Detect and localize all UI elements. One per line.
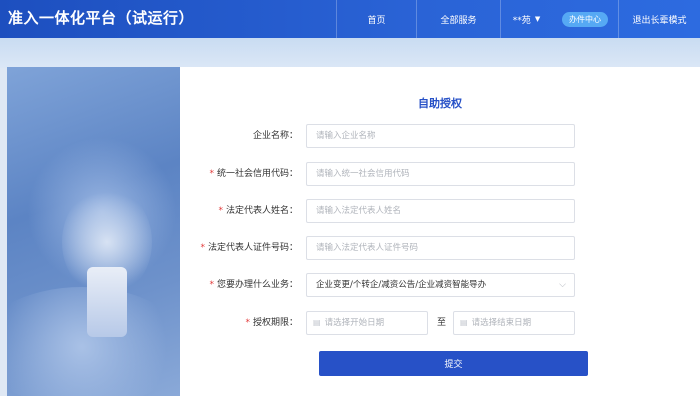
required-asterisk: * [245,318,250,328]
calendar-icon: ▤ [313,318,321,327]
user-name: **苑 [512,15,531,26]
required-asterisk: * [218,206,223,216]
legal-rep-id-label: * 法定代表人证件号码： [200,236,298,260]
form-panel [180,67,700,396]
legal-rep-name-label: * 法定代表人姓名： [218,199,298,223]
required-asterisk: * [200,243,205,253]
required-asterisk: * [209,169,214,179]
banner-band [0,38,700,68]
submit-button[interactable]: 提交 [319,351,588,376]
credit-code-label-text: 统一社会信用代码： [216,169,298,179]
form-title: 自助授权 [418,97,462,110]
business-label-text: 您要办理什么业务： [216,280,298,290]
start-date-placeholder: 请选择开始日期 [324,318,385,328]
top-nav-bar: 准入一体化平台（试运行） 首页 全部服务 **苑 ▼ 办件中心 退出长辈模式 [0,0,700,38]
end-date-picker[interactable]: ▤ 请选择结束日期 [453,311,575,335]
period-label: * 授权期限： [245,311,298,335]
exit-elder-mode-link[interactable]: 退出长辈模式 [618,0,700,38]
business-label: * 您要办理什么业务： [209,273,298,297]
legal-rep-name-input[interactable]: 请输入法定代表人姓名 [306,199,575,223]
credit-code-input[interactable]: 请输入统一社会信用代码 [306,162,575,186]
company-name-label-text: 企业名称： [252,131,298,141]
nav-all-services[interactable]: 全部服务 [416,0,500,38]
business-select[interactable]: 企业变更/个转企/减资公告/企业减资智能导办 ⌵ [306,273,575,297]
caret-down-icon: ▼ [534,15,541,23]
required-asterisk: * [209,280,214,290]
start-date-picker[interactable]: ▤ 请选择开始日期 [306,311,428,335]
end-date-placeholder: 请选择结束日期 [471,318,532,328]
company-name-label: 企业名称： [253,124,298,148]
stamp-photo-image [7,67,180,396]
chevron-down-icon: ⌵ [559,280,566,290]
calendar-icon: ▤ [460,318,468,327]
credit-code-label: * 统一社会信用代码： [209,162,298,186]
legal-rep-id-input[interactable]: 请输入法定代表人证件号码 [306,236,575,260]
user-menu[interactable]: **苑 ▼ [500,0,552,38]
period-label-text: 授权期限： [252,318,298,328]
legal-rep-id-label-text: 法定代表人证件号码： [207,243,298,253]
date-range-separator: 至 [437,318,447,328]
platform-title: 准入一体化平台（试运行） [8,9,195,27]
nav-home[interactable]: 首页 [336,0,416,38]
office-center-pill[interactable]: 办件中心 [562,11,608,27]
company-name-input[interactable]: 请输入企业名称 [306,124,575,148]
legal-rep-name-label-text: 法定代表人姓名： [225,206,298,216]
business-select-value: 企业变更/个转企/减资公告/企业减资智能导办 [316,280,487,290]
nav-office-center[interactable]: 办件中心 [552,0,618,38]
